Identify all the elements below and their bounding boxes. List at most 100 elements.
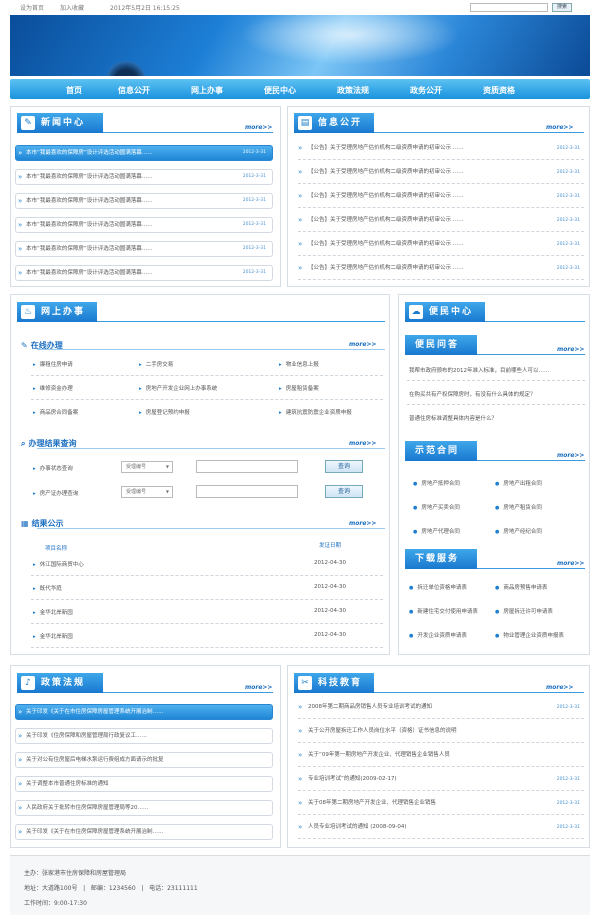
contract-link[interactable]: 房地产出租合同 <box>495 479 542 487</box>
info-more-link[interactable]: more>> <box>546 124 573 131</box>
service-link[interactable]: 房屋租赁备案 <box>279 384 319 392</box>
search-input[interactable] <box>470 3 548 12</box>
policy-item[interactable]: » 关于印发《关于在市住房保障房屋管理系统开展治制…… <box>15 824 273 840</box>
set-home-link[interactable]: 设为首页 <box>20 3 44 12</box>
policy-item[interactable]: » 关于调整本市普通住房标准的通知 <box>15 776 273 792</box>
contract-link[interactable]: 房地产抵押合同 <box>413 479 460 487</box>
nav-online[interactable]: 网上办事 <box>191 85 223 96</box>
nav-qualification[interactable]: 资质资格 <box>483 85 515 96</box>
download-link[interactable]: 新建住宅交付使用申请表 <box>409 607 478 615</box>
service-link[interactable]: 房地产开发企业网上办事系统 <box>139 384 218 392</box>
policy-item[interactable]: » 关于对公有住房屋后电梯水泵运行费组成方面请示的批复 <box>15 752 273 768</box>
divider <box>485 321 585 322</box>
contract-link[interactable]: 房地产经纪合同 <box>495 527 542 535</box>
info-item[interactable]: » 【公告】关于受理房地产估价机构二级资质申请的初审公示 …… 2012-3-31 <box>298 257 584 280</box>
query-type-select[interactable]: 受理编号 <box>121 486 173 498</box>
news-panel: ✎ 新闻中心 more>> » 本市“我最喜欢的保障房”设计评选活动圆满落幕…… 20… <box>10 106 281 287</box>
result-row-name[interactable]: 既代华庭 <box>33 584 62 592</box>
qa-more-link[interactable]: more>> <box>557 346 584 353</box>
nav-home[interactable]: 首页 <box>66 85 82 96</box>
download-link[interactable]: 物业管理企业资质申报表 <box>495 631 564 639</box>
edu-item[interactable]: » 关于08年第二期房地产开发企业、代理销售企业销售 2012-3-31 <box>298 792 584 815</box>
info-item[interactable]: » 【公告】关于受理房地产估价机构二级资质申请的初审公示 …… 2012-3-31 <box>298 233 584 256</box>
edu-item[interactable]: » 关于“09年第一期房地产开发企业、代理销售企业销售人员 <box>298 744 584 767</box>
news-item[interactable]: » 本市“我最喜欢的保障房”设计评选活动圆满落幕…… 2012-3-31 <box>15 217 273 233</box>
divider <box>31 623 383 624</box>
query-type-select[interactable]: 受理编号 <box>121 461 173 473</box>
qa-item[interactable]: 我帮市政府颁布的2012年准入标准，目前哪些人可以…… <box>409 366 550 374</box>
service-link[interactable]: 维修资金办理 <box>33 384 73 392</box>
service-link[interactable]: 商品房合同备案 <box>33 408 79 416</box>
news-more-link[interactable]: more>> <box>245 124 272 131</box>
service-link[interactable]: 物业信息上报 <box>279 360 319 368</box>
arrow-icon: » <box>298 727 303 735</box>
edu-item[interactable]: » 人员专业培训考试的通知 (2008-09-04) 2012-3-31 <box>298 816 584 839</box>
query-more-link[interactable]: more>> <box>349 440 376 447</box>
nav-info[interactable]: 信息公开 <box>118 85 150 96</box>
service-link[interactable]: 房屋登记预约申报 <box>139 408 190 416</box>
nav-gov[interactable]: 政务公开 <box>410 85 442 96</box>
arrow-icon: » <box>298 823 303 831</box>
result-row-date: 2012-04-30 <box>314 560 346 566</box>
policy-item[interactable]: » 关于印发《住房保障和房屋管理局行政复议工…… <box>15 728 273 744</box>
info-item[interactable]: » 【公告】关于受理房地产估价机构二级资质申请的初审公示 …… 2012-3-31 <box>298 137 584 160</box>
divider <box>374 132 584 133</box>
main-nav: 首页 信息公开 网上办事 便民中心 政策法规 政务公开 资质资格 <box>10 79 590 99</box>
contract-link[interactable]: 房地产代理合同 <box>413 527 460 535</box>
service-link[interactable]: 建筑抗震防震企业资质申报 <box>279 408 352 416</box>
search-icon: ⌕ <box>21 439 26 448</box>
policy-item[interactable]: » 人民政府关于批转市住房保障房屋管理局等20…… <box>15 800 273 816</box>
info-item[interactable]: » 【公告】关于受理房地产估价机构二级资质申请的初审公示 …… 2012-3-31 <box>298 161 584 184</box>
arrow-icon: » <box>18 708 23 716</box>
qa-item[interactable]: 在购买共有产权保障房时，有没有什么具体的规定？ <box>409 390 536 398</box>
search-button[interactable]: 搜索 <box>552 3 572 12</box>
policy-item[interactable]: » 关于印发《关于在市住房保障房屋管理系统开展治制…… <box>15 704 273 720</box>
news-item[interactable]: » 本市“我最喜欢的保障房”设计评选活动圆满落幕…… 2012-3-31 <box>15 241 273 257</box>
result-more-link[interactable]: more>> <box>349 520 376 527</box>
edu-item[interactable]: » 2008年第二期商品房销售人员专业培训考试的通知 2012-3-31 <box>298 696 584 719</box>
edu-item[interactable]: » 专业培训考试”的通知(2009-02-17) 2012-3-31 <box>298 768 584 791</box>
arrow-icon: » <box>298 216 303 224</box>
cloud-icon: ☁ <box>409 305 423 319</box>
arrow-icon: » <box>298 751 303 759</box>
download-link[interactable]: 拆迁单位资格申请表 <box>409 583 467 591</box>
divider <box>103 132 273 133</box>
add-favorite-link[interactable]: 加入收藏 <box>60 3 84 12</box>
download-link[interactable]: 开发企业资质申请表 <box>409 631 467 639</box>
nav-service[interactable]: 便民中心 <box>264 85 296 96</box>
nav-policy[interactable]: 政策法规 <box>337 85 369 96</box>
query-button[interactable]: 查询 <box>325 460 363 473</box>
download-link[interactable]: 房屋拆迁许可申请表 <box>495 607 553 615</box>
result-row-name[interactable]: 金华北岸新园 <box>33 632 73 640</box>
result-row-name[interactable]: 金华北岸新园 <box>33 608 73 616</box>
divider <box>477 354 585 355</box>
result-row-name[interactable]: 休江国际商贸中心 <box>33 560 84 568</box>
download-more-link[interactable]: more>> <box>557 560 584 567</box>
news-item[interactable]: » 本市“我最喜欢的保障房”设计评选活动圆满落幕…… 2012-3-31 <box>15 145 273 161</box>
contract-more-link[interactable]: more>> <box>557 452 584 459</box>
divider <box>407 404 585 405</box>
edu-more-link[interactable]: more>> <box>546 684 573 691</box>
arrow-icon: » <box>18 269 23 277</box>
query-input[interactable] <box>196 485 298 498</box>
contract-link[interactable]: 房地产租赁合同 <box>495 503 542 511</box>
query-button[interactable]: 查询 <box>325 485 363 498</box>
online-more-link[interactable]: more>> <box>349 341 376 348</box>
news-item[interactable]: » 本市“我最喜欢的保障房”设计评选活动圆满落幕…… 2012-3-31 <box>15 193 273 209</box>
clipboard-icon: ▤ <box>298 116 312 130</box>
news-item[interactable]: » 本市“我最喜欢的保障房”设计评选活动圆满落幕…… 2012-3-31 <box>15 265 273 281</box>
info-item[interactable]: » 【公告】关于受理房地产估价机构二级资质申请的初审公示 …… 2012-3-31 <box>298 209 584 232</box>
edu-item[interactable]: » 关于公开房屋拆迁工作人员岗位水平（资格）证书信息的说明 <box>298 720 584 743</box>
qa-item[interactable]: 普通住房标准调整具体内容是什么？ <box>409 414 497 422</box>
arrow-icon: » <box>18 173 23 181</box>
download-link[interactable]: 商品房预售申请表 <box>495 583 547 591</box>
info-item[interactable]: » 【公告】关于受理房地产估价机构二级资质申请的初审公示 …… 2012-3-31 <box>298 185 584 208</box>
policy-more-link[interactable]: more>> <box>245 684 272 691</box>
query-label: 办事状态查询 <box>33 464 73 472</box>
news-item[interactable]: » 本市“我最喜欢的保障房”设计评选活动圆满落幕…… 2012-3-31 <box>15 169 273 185</box>
service-link[interactable]: 廉租住房申请 <box>33 360 73 368</box>
service-link[interactable]: 二手房交易 <box>139 360 174 368</box>
divider <box>31 599 383 600</box>
query-input[interactable] <box>196 460 298 473</box>
contract-link[interactable]: 房地产买卖合同 <box>413 503 460 511</box>
